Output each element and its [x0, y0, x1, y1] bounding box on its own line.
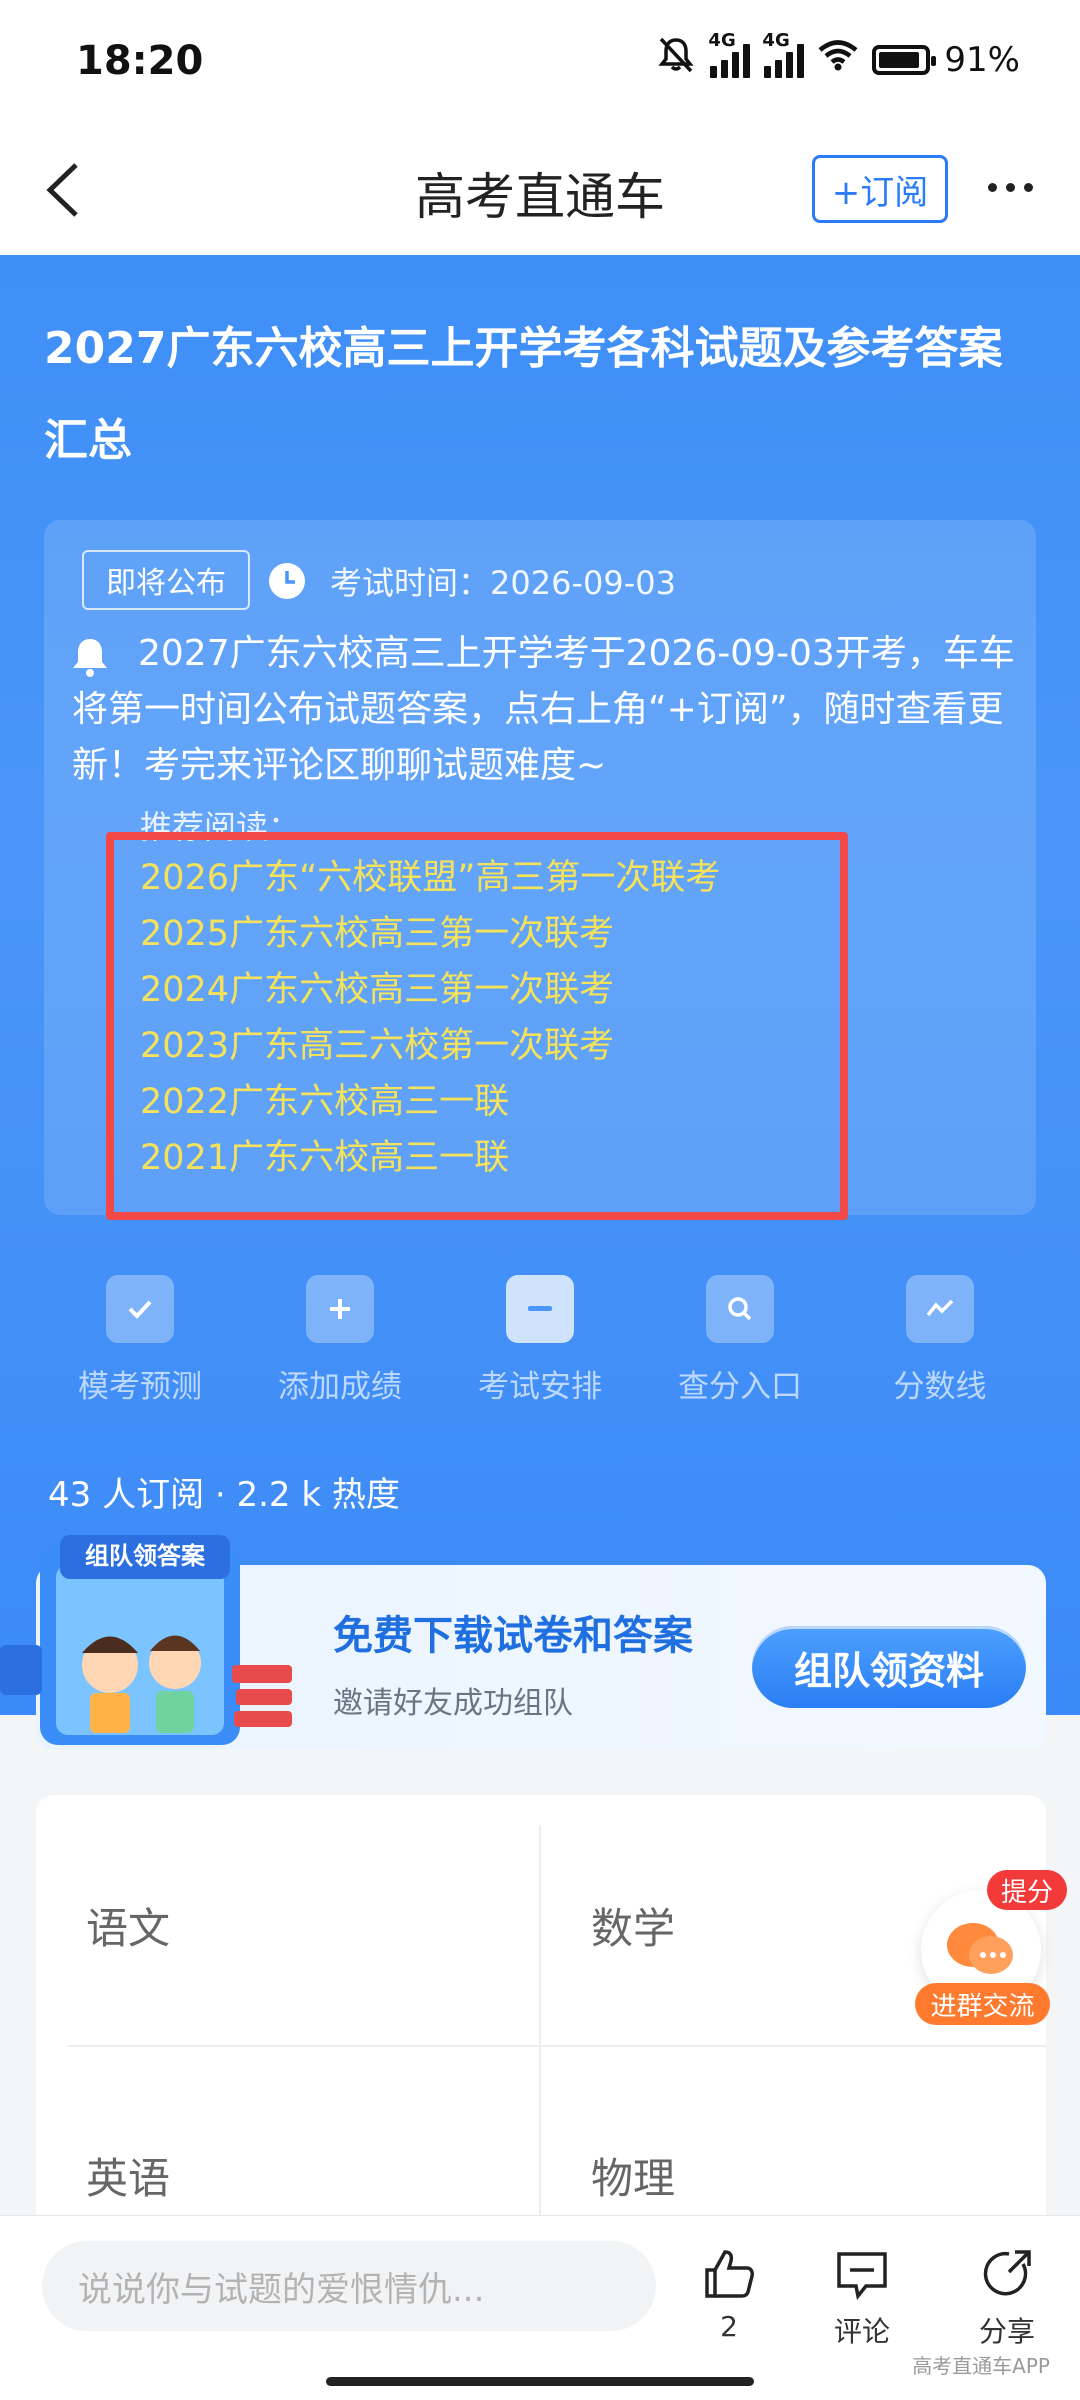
divider: [539, 1825, 541, 2255]
subscribe-button[interactable]: +订阅: [812, 155, 948, 223]
nav-bar: 高考直通车 +订阅: [0, 125, 1080, 255]
recommended-link[interactable]: 2026广东“六校联盟”高三第一次联考: [140, 850, 720, 906]
thumbs-up-icon: [705, 2250, 754, 2298]
app-watermark: 高考直通车APP: [912, 2354, 1050, 2378]
home-indicator[interactable]: [326, 2377, 754, 2386]
subject-physics[interactable]: 物理: [591, 2145, 675, 2206]
subscriber-count: 43 人订阅 · 2.2 k 热度: [48, 1475, 400, 1515]
banner-subtitle: 邀请好友成功组队: [333, 1686, 573, 1721]
clock-icon: [269, 563, 305, 599]
comment-button[interactable]: 评论: [817, 2246, 907, 2350]
recommended-link[interactable]: 2022广东六校高三一联: [140, 1074, 720, 1130]
boost-badge: 提分: [987, 1870, 1067, 1910]
shortcut-score-query[interactable]: 查分入口: [640, 1275, 840, 1406]
shortcut-label: 模考预测: [78, 1369, 202, 1405]
shortcut-label: 考试安排: [478, 1369, 602, 1405]
exam-info-card: 即将公布 考试时间：2026-09-03 2027广东六校高三上开学考于2026…: [44, 520, 1036, 1220]
shortcut-label: 分数线: [893, 1369, 987, 1405]
status-badge: 即将公布: [82, 550, 250, 610]
team-up-button[interactable]: 组队领资料: [752, 1626, 1026, 1708]
recommended-link[interactable]: 2021广东六校高三一联: [140, 1130, 720, 1186]
hero-section: 2027广东六校高三上开学考各科试题及参考答案汇总 即将公布 考试时间：2026…: [0, 255, 1080, 1715]
wifi-icon: [818, 39, 858, 80]
shortcut-score-line[interactable]: 分数线: [840, 1275, 1040, 1406]
dot-icon: [1005, 182, 1015, 192]
shortcut-label: 添加成绩: [278, 1369, 402, 1405]
recommended-link[interactable]: 2023广东高三六校第一次联考: [140, 1018, 720, 1074]
subject-chinese[interactable]: 语文: [86, 1895, 170, 1956]
network-label: 4G: [762, 29, 790, 51]
share-label: 分享: [978, 2315, 1035, 2348]
status-time: 18:20: [76, 38, 204, 84]
join-group-button[interactable]: 提分 进群交流: [915, 1870, 1067, 2035]
signal-icon: 4G: [762, 30, 805, 78]
battery-percent: 91%: [944, 39, 1020, 80]
recommended-link[interactable]: 2025广东六校高三第一次联考: [140, 906, 720, 962]
more-options-button[interactable]: [975, 167, 1045, 207]
shortcut-label: 查分入口: [678, 1369, 802, 1405]
article-title: 2027广东六校高三上开学考各科试题及参考答案汇总: [44, 323, 1003, 466]
share-button[interactable]: 分享: [962, 2246, 1052, 2350]
search-icon: [706, 1275, 774, 1343]
battery-icon: [872, 44, 937, 75]
shortcut-exam-schedule[interactable]: 考试安排: [440, 1275, 640, 1406]
share-icon: [983, 2250, 1031, 2296]
dot-icon: [1023, 182, 1033, 192]
shortcut-add-score[interactable]: 添加成绩: [240, 1275, 440, 1406]
exam-date: 考试时间：2026-09-03: [330, 564, 676, 602]
network-label: 4G: [708, 29, 736, 51]
banner-art-label: 组队领答案: [85, 1542, 206, 1570]
trend-line-icon: [906, 1275, 974, 1343]
status-bar: 18:20 4G 4G 91%: [0, 0, 1080, 125]
subject-grid: 语文 数学 英语 物理: [36, 1795, 1046, 2255]
comment-label: 评论: [833, 2315, 890, 2348]
status-icons: 4G 4G 91%: [656, 30, 1020, 83]
subject-english[interactable]: 英语: [86, 2145, 170, 2206]
check-clipboard-icon: [106, 1275, 174, 1343]
like-count: 2: [720, 2310, 738, 2343]
join-group-label: 进群交流: [915, 1983, 1050, 2025]
exam-notice: 2027广东六校高三上开学考于2026-09-03开考，车车将第一时间公布试题答…: [72, 633, 1015, 786]
banner-title: 免费下载试卷和答案: [333, 1613, 693, 1659]
signal-icon: 4G: [708, 30, 751, 78]
app-root: 18:20 4G 4G 91% 高考直通车 +订阅 2027广东六校高三上开学考…: [0, 0, 1080, 2400]
divider: [68, 2045, 1046, 2047]
recommended-link[interactable]: 2024广东六校高三第一次联考: [140, 962, 720, 1018]
plus-icon: [306, 1275, 374, 1343]
shortcut-grid: 模考预测 添加成绩 考试安排 查分入口 分数线: [40, 1275, 1040, 1406]
subject-math[interactable]: 数学: [591, 1895, 675, 1956]
mute-icon: [656, 36, 696, 83]
comment-input[interactable]: 说说你与试题的爱恨情仇...: [42, 2241, 656, 2331]
shortcut-mock-forecast[interactable]: 模考预测: [40, 1275, 240, 1406]
dot-icon: [987, 182, 997, 192]
like-button[interactable]: 2: [684, 2246, 774, 2343]
comment-icon: [837, 2252, 887, 2301]
recommended-list: 2026广东“六校联盟”高三第一次联考 2025广东六校高三第一次联考 2024…: [140, 850, 720, 1186]
banner-illustration: 组队领答案: [0, 1535, 292, 1745]
calendar-icon: [506, 1275, 574, 1343]
